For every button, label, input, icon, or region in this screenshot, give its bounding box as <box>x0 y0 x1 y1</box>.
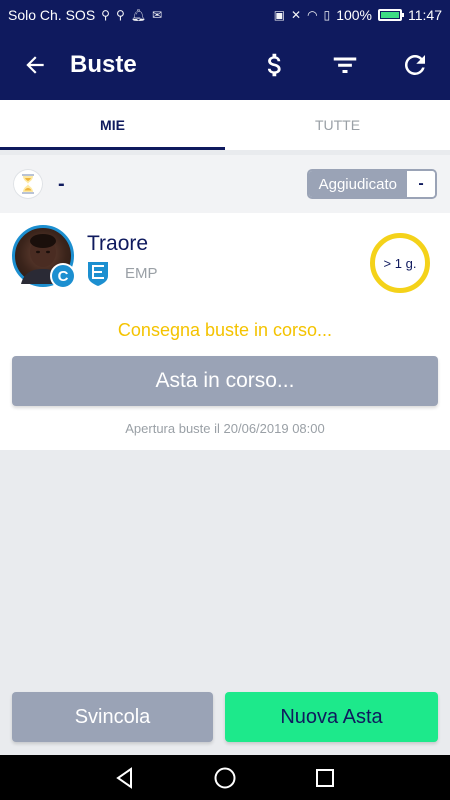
mute-icon: ✕ <box>291 8 302 22</box>
hourglass-icon <box>13 169 43 199</box>
usb-icon: ⚲ <box>115 8 125 22</box>
square-recents-icon <box>316 768 334 787</box>
awarded-filter-toggle[interactable]: Aggiudicato - <box>306 169 437 199</box>
refresh-icon <box>404 54 425 75</box>
budget-button[interactable] <box>240 30 310 100</box>
app-bar: Buste <box>0 30 450 100</box>
countdown-timer: > 1 g. <box>370 233 430 293</box>
system-nav-bar <box>0 755 450 800</box>
status-value: - <box>58 172 65 195</box>
back-button[interactable] <box>0 30 70 100</box>
filter-button[interactable] <box>310 30 380 100</box>
recents-nav-button[interactable] <box>305 758 345 798</box>
tab-mie[interactable]: MIE <box>0 100 225 150</box>
filter-icon <box>333 57 357 73</box>
circle-home-icon <box>214 767 236 788</box>
mail-icon: ✉ <box>151 8 163 22</box>
usb-icon: ⚲ <box>101 8 110 22</box>
back-nav-button[interactable] <box>105 758 145 798</box>
clock: 11:47 <box>408 7 442 23</box>
nfc-icon: ▣ <box>273 8 286 22</box>
arrow-left-icon <box>26 56 44 74</box>
triangle-back-icon <box>116 766 132 789</box>
battery-percent: 100% <box>336 7 372 23</box>
tab-bar: MIE TUTTE <box>0 100 450 150</box>
tab-tutte[interactable]: TUTTE <box>225 100 450 150</box>
new-auction-button[interactable]: Nuova Asta <box>225 692 438 742</box>
data-icon: ▯ <box>323 8 331 22</box>
team-logo-icon <box>87 261 109 287</box>
auction-in-progress-button[interactable]: Asta in corso... <box>12 356 438 406</box>
bottom-actions: Svincola Nuova Asta <box>12 692 438 744</box>
awarded-filter-value: - <box>407 171 435 197</box>
bid-card: C Traore EMP > 1 g. Consegna buste in co… <box>0 213 450 450</box>
battery-icon <box>378 9 404 21</box>
page-title: Buste <box>70 51 137 78</box>
status-message: Consegna buste in corso... <box>117 320 333 340</box>
role-badge: C <box>50 263 76 289</box>
wifi-icon: ◠ <box>307 8 318 22</box>
home-nav-button[interactable] <box>205 758 245 798</box>
carrier-label: Solo Ch. SOS <box>8 7 96 23</box>
release-button[interactable]: Svincola <box>12 692 213 742</box>
filter-bar: - Aggiudicato - <box>0 155 450 213</box>
opening-date-text: Apertura buste il 20/06/2019 08:00 <box>125 421 325 436</box>
refresh-button[interactable] <box>380 30 450 100</box>
notification-bell-icon: 🔔︎ <box>130 8 146 22</box>
status-bar: Solo Ch. SOS ⚲ ⚲ 🔔︎ ✉ ▣ ✕ ◠ ▯ 100% 11:47 <box>0 0 450 30</box>
team-code: EMP <box>125 265 158 282</box>
dollar-icon <box>267 53 281 77</box>
player-name: Traore <box>87 232 149 255</box>
awarded-filter-label: Aggiudicato <box>308 171 407 197</box>
